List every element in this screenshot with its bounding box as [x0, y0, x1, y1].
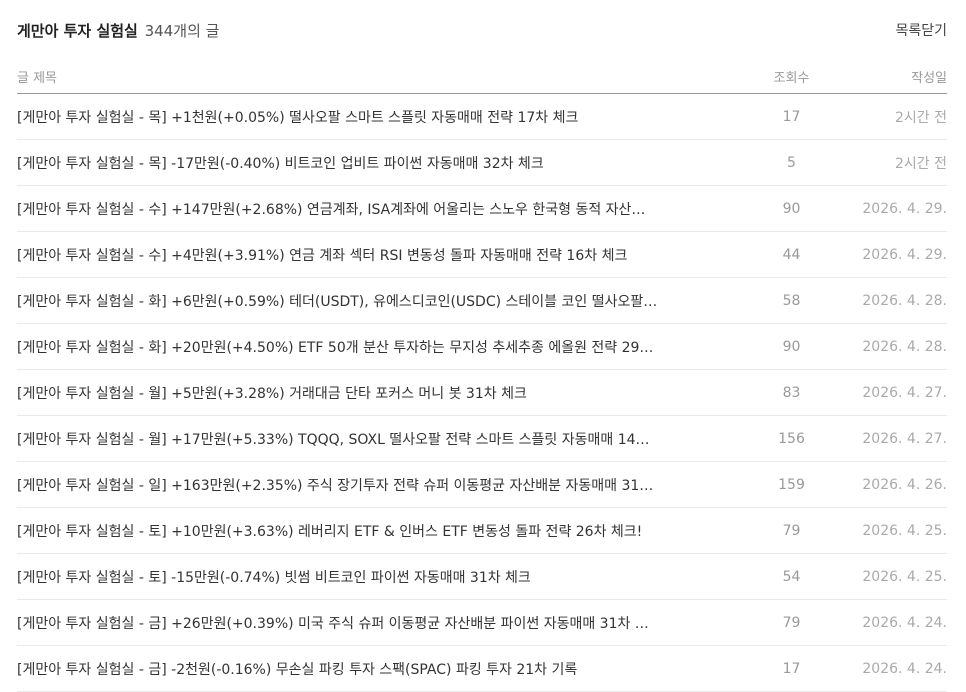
close-list-button[interactable]: 목록닫기 [895, 20, 947, 40]
table-row: [게만아 투자 실험실 - 목] +1천원(+0.05%) 떨사오팔 스마트 스… [17, 94, 947, 140]
post-title-link[interactable]: [게만아 투자 실험실 - 토] -15만원(-0.74%) 빗썸 비트코인 파… [17, 567, 732, 587]
post-date: 2시간 전 [895, 155, 947, 172]
list-header: 게만아 투자 실험실 344개의 글 목록닫기 [17, 0, 947, 59]
post-title-link[interactable]: [게만아 투자 실험실 - 화] +20만원(+4.50%) ETF 50개 분… [17, 337, 732, 357]
table-row: [게만아 투자 실험실 - 금] -2천원(-0.16%) 무손실 파킹 투자 … [17, 646, 947, 692]
post-title-link[interactable]: [게만아 투자 실험실 - 월] +5만원(+3.28%) 거래대금 단타 포커… [17, 383, 732, 403]
table-row: [게만아 투자 실험실 - 수] +147만원(+2.68%) 연금계좌, IS… [17, 186, 947, 232]
column-header-title: 글 제목 [17, 70, 58, 86]
post-title-link[interactable]: [게만아 투자 실험실 - 수] +4만원(+3.91%) 연금 계좌 섹터 R… [17, 245, 732, 265]
table-row: [게만아 투자 실험실 - 월] +5만원(+3.28%) 거래대금 단타 포커… [17, 370, 947, 416]
post-date: 2026. 4. 29. [862, 200, 947, 217]
table-row: [게만아 투자 실험실 - 금] +26만원(+0.39%) 미국 주식 슈퍼 … [17, 600, 947, 646]
post-views: 58 [782, 292, 801, 309]
table-row: [게만아 투자 실험실 - 화] +20만원(+4.50%) ETF 50개 분… [17, 324, 947, 370]
post-views: 159 [778, 476, 805, 493]
post-views: 54 [782, 568, 801, 585]
post-views: 17 [782, 660, 801, 677]
post-count: 344개의 글 [144, 21, 220, 40]
post-title-link[interactable]: [게만아 투자 실험실 - 월] +17만원(+5.33%) TQQQ, SOX… [17, 429, 732, 449]
column-header-views: 조회수 [773, 70, 810, 86]
post-date: 2026. 4. 29. [862, 246, 947, 263]
post-views: 44 [782, 246, 801, 263]
post-date: 2026. 4. 28. [862, 338, 947, 355]
post-views: 17 [782, 108, 801, 125]
post-date: 2026. 4. 24. [862, 614, 947, 631]
post-views: 83 [782, 384, 801, 401]
table-row: [게만아 투자 실험실 - 토] +10만원(+3.63%) 레버리지 ETF … [17, 508, 947, 554]
post-views: 156 [778, 430, 805, 447]
post-views: 90 [782, 200, 801, 217]
post-date: 2026. 4. 27. [862, 384, 947, 401]
post-date: 2026. 4. 28. [862, 292, 947, 309]
table-row: [게만아 투자 실험실 - 토] -15만원(-0.74%) 빗썸 비트코인 파… [17, 554, 947, 600]
post-title-link[interactable]: [게만아 투자 실험실 - 목] +1천원(+0.05%) 떨사오팔 스마트 스… [17, 107, 732, 127]
post-views: 5 [787, 154, 796, 171]
post-title-link[interactable]: [게만아 투자 실험실 - 금] -2천원(-0.16%) 무손실 파킹 투자 … [17, 659, 732, 679]
post-date: 2026. 4. 25. [862, 568, 947, 585]
list-heading: 게만아 투자 실험실 344개의 글 [17, 20, 219, 41]
table-header: 글 제목 조회수 작성일 [17, 59, 947, 94]
post-views: 90 [782, 338, 801, 355]
post-date: 2026. 4. 25. [862, 522, 947, 539]
post-title-link[interactable]: [게만아 투자 실험실 - 일] +163만원(+2.35%) 주식 장기투자 … [17, 475, 732, 495]
table-row: [게만아 투자 실험실 - 화] +6만원(+0.59%) 테더(USDT), … [17, 278, 947, 324]
post-date: 2026. 4. 27. [862, 430, 947, 447]
post-title-link[interactable]: [게만아 투자 실험실 - 목] -17만원(-0.40%) 비트코인 업비트 … [17, 153, 732, 173]
column-header-date: 작성일 [911, 70, 947, 86]
post-list-panel: 게만아 투자 실험실 344개의 글 목록닫기 글 제목 조회수 작성일 [게만… [17, 0, 947, 692]
post-date: 2026. 4. 24. [862, 660, 947, 677]
post-title-link[interactable]: [게만아 투자 실험실 - 금] +26만원(+0.39%) 미국 주식 슈퍼 … [17, 613, 732, 633]
post-date: 2시간 전 [895, 109, 947, 126]
table-row: [게만아 투자 실험실 - 목] -17만원(-0.40%) 비트코인 업비트 … [17, 140, 947, 186]
post-views: 79 [782, 522, 801, 539]
table-row: [게만아 투자 실험실 - 일] +163만원(+2.35%) 주식 장기투자 … [17, 462, 947, 508]
post-title-link[interactable]: [게만아 투자 실험실 - 수] +147만원(+2.68%) 연금계좌, IS… [17, 199, 732, 219]
table-row: [게만아 투자 실험실 - 수] +4만원(+3.91%) 연금 계좌 섹터 R… [17, 232, 947, 278]
post-date: 2026. 4. 26. [862, 476, 947, 493]
post-title-link[interactable]: [게만아 투자 실험실 - 화] +6만원(+0.59%) 테더(USDT), … [17, 291, 732, 311]
post-title-link[interactable]: [게만아 투자 실험실 - 토] +10만원(+3.63%) 레버리지 ETF … [17, 521, 732, 541]
category-name[interactable]: 게만아 투자 실험실 [17, 22, 138, 40]
post-views: 79 [782, 614, 801, 631]
post-rows: [게만아 투자 실험실 - 목] +1천원(+0.05%) 떨사오팔 스마트 스… [17, 94, 947, 692]
table-row: [게만아 투자 실험실 - 월] +17만원(+5.33%) TQQQ, SOX… [17, 416, 947, 462]
